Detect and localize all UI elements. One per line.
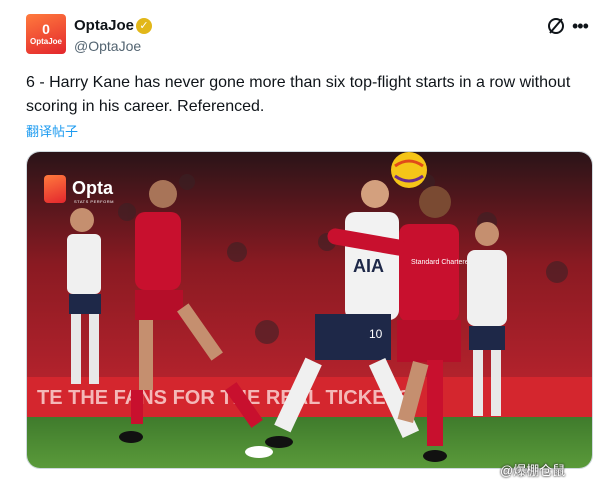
avatar[interactable]: 0 OptaJoe <box>26 14 66 54</box>
author-display-name[interactable]: OptaJoe <box>74 17 134 34</box>
avatar-glyph: 0 <box>42 20 50 37</box>
grok-icon[interactable] <box>546 16 566 36</box>
more-options-icon[interactable]: ••• <box>572 16 589 37</box>
avatar-brand: OptaJoe <box>29 36 62 46</box>
verified-badge-icon: ✓ <box>136 18 152 34</box>
opta-logo-word: Opta <box>72 178 114 198</box>
opta-logo-mark-icon <box>44 175 66 203</box>
translate-post-link[interactable]: 翻译帖子 <box>26 121 78 140</box>
opta-logo-sub: STATS PERFORM <box>74 199 114 204</box>
opta-logo: Opta STATS PERFORM <box>44 174 124 204</box>
author-handle[interactable]: @OptaJoe <box>74 38 141 54</box>
salah-shirt-sponsor: Standard Chartered <box>411 259 473 266</box>
watermark: @爆棚仓鼠 <box>500 463 566 478</box>
advertising-board-text: TE THE FANS FOR THE REAL TICKETS <box>37 387 411 409</box>
kane-shirt-sponsor: AIA <box>353 256 384 276</box>
tweet-text: 6 - Harry Kane has never gone more than … <box>26 74 571 115</box>
football <box>391 152 427 188</box>
kane-shorts-number: 10 <box>369 327 383 341</box>
